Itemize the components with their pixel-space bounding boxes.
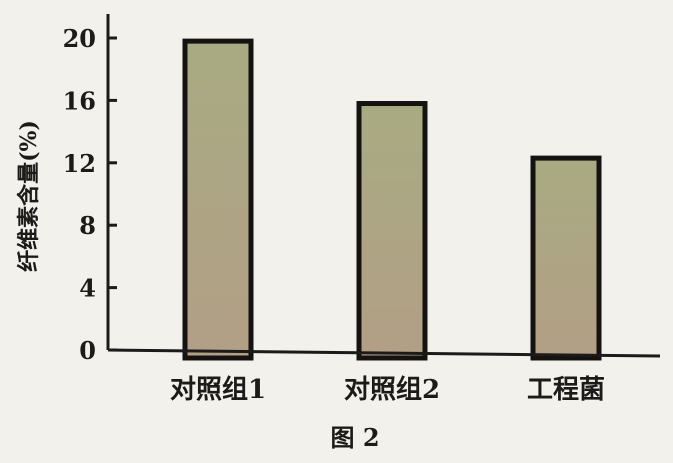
- y-tick-label: 0: [79, 336, 96, 365]
- bars: [182, 38, 602, 361]
- y-tick-label: 12: [63, 149, 96, 178]
- x-axis-labels: 对照组1 对照组2 工程菌: [170, 374, 605, 405]
- bar: [356, 101, 428, 361]
- x-category-label: 对照组1: [170, 374, 266, 405]
- y-tick-label: 20: [63, 24, 96, 53]
- bar: [530, 155, 602, 361]
- y-axis-title: 纤维素含量(%): [16, 120, 42, 272]
- bar: [182, 38, 254, 361]
- x-category-label: 对照组2: [344, 374, 440, 405]
- y-tick-label: 4: [79, 274, 96, 303]
- y-tick-label: 16: [63, 86, 96, 115]
- y-tick-label: 8: [79, 211, 96, 240]
- bar-chart: 0 4 8 12 16 20 对照组1 对照组2 工程菌 纤维素含量(%) 图 2: [16, 14, 661, 452]
- chart: 0 4 8 12 16 20 对照组1 对照组2 工程菌 纤维素含量(%) 图 2: [0, 0, 673, 459]
- x-category-label: 工程菌: [527, 375, 605, 405]
- figure-caption: 图 2: [330, 423, 379, 452]
